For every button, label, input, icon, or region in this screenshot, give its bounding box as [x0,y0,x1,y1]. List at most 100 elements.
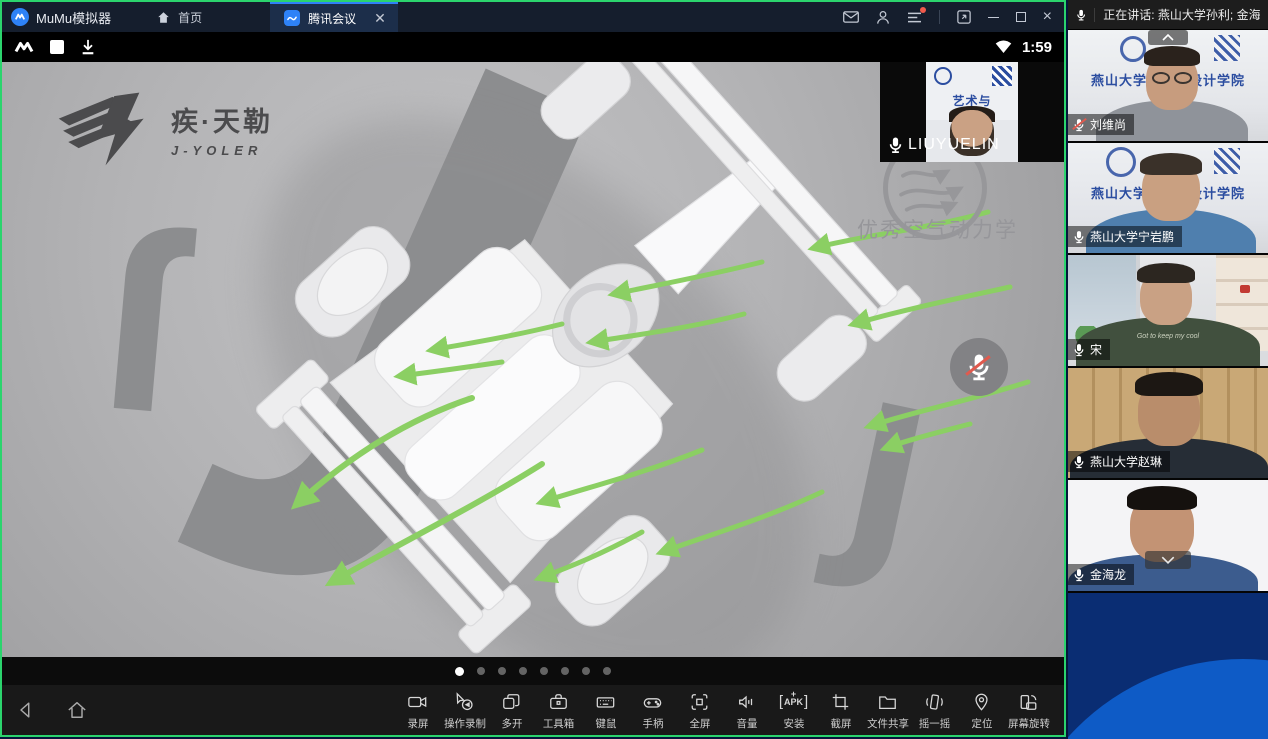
participant-name-chip: 金海龙 [1068,564,1134,585]
expand-panel-button[interactable] [1145,551,1191,569]
participant-name-chip: 燕山大学宁岩鹏 [1068,226,1182,247]
participant-name-chip: 宋 [1068,339,1110,360]
download-icon[interactable] [80,38,96,56]
android-home-icon[interactable] [66,700,88,720]
app-title: MuMu模拟器 [36,8,111,27]
toolbar-rotate-screen[interactable]: 屏幕旋转 [1007,690,1050,731]
shelf-toy [1240,285,1250,293]
back-icon[interactable] [16,700,36,720]
screenshot-icon [830,692,851,712]
mute-microphone-button[interactable] [950,338,1008,396]
rotate-screen-icon [1018,692,1039,712]
toolbar-toolbox[interactable]: 工具箱 [537,690,580,731]
participant-name-chip: 刘维尚 [1068,114,1134,135]
tab-home[interactable]: 首页 [156,9,202,26]
boss-key-icon[interactable] [957,10,971,24]
banner-pattern [1214,35,1240,61]
status-bar-right: 1:59 [994,39,1052,56]
action-record-icon [454,692,475,712]
tab-close-icon[interactable]: ✕ [374,10,386,27]
notification-dot [920,7,926,13]
gamepad-icon [642,692,663,712]
recent-apps-icon[interactable] [50,40,64,54]
collapse-panel-button[interactable] [1148,30,1188,45]
toolbar-action-record[interactable]: 操作录制 [443,690,486,731]
mail-icon[interactable] [843,11,859,23]
presenter-camera-overlay[interactable]: 艺术与 LIUYUELIN [880,62,1064,162]
toolbar-keyboard-mouse[interactable]: 键鼠 [584,690,627,731]
presenter-name: LIUYUELIN [908,136,1000,154]
account-icon[interactable] [876,10,890,25]
university-seal-icon [934,67,952,85]
university-seal-icon [1120,36,1146,62]
presentation-slide[interactable]: J J J [2,62,1064,657]
shake-icon [924,692,945,712]
wifi-icon [994,39,1013,55]
pager-dot[interactable] [540,667,548,675]
participant-name: 宋 [1090,341,1102,358]
pager-dot[interactable] [498,667,506,675]
minimize-icon[interactable] [988,17,999,18]
banner-pattern [992,66,1012,86]
tab-tencent-meeting[interactable]: 腾讯会议 ✕ [270,2,398,32]
toolbar-location[interactable]: 定位 [960,690,1003,731]
mic-icon [888,136,903,154]
participant-tile[interactable]: Got to keep my cool 宋 [1068,255,1268,368]
mic-icon [1076,8,1086,22]
divider [1094,8,1095,22]
close-icon[interactable]: × [1043,9,1052,25]
keyboard-mouse-icon [595,692,616,712]
menu-icon[interactable] [907,11,922,24]
participant-tile[interactable]: 金海龙 [1068,480,1268,593]
toolbar-fullscreen[interactable]: 全屏 [678,690,721,731]
speaking-banner[interactable]: 正在讲话: 燕山大学孙利; 金海... [1068,0,1268,30]
pager-dot-active[interactable] [455,667,464,676]
pager-dot[interactable] [582,667,590,675]
toolbar-buttons: 录屏 操作录制 多开 工具箱 键鼠 [396,690,1050,731]
multi-instance-icon [501,692,522,712]
pager-dot[interactable] [561,667,569,675]
participant-silhouette [1140,153,1202,175]
mumu-emulator-window: MuMu模拟器 首页 腾讯会议 ✕ [0,0,1066,737]
toolbar-screenshot[interactable]: 截屏 [819,690,862,731]
participant-name: 燕山大学宁岩鹏 [1090,228,1174,245]
toolbar-apk-install[interactable]: +APK 安装 [772,690,815,731]
mumu-toolbar: 录屏 操作录制 多开 工具箱 键鼠 [2,685,1064,735]
mic-icon [1073,343,1085,357]
android-status-bar: 1:59 [2,32,1064,62]
toolbar-screen-record[interactable]: 录屏 [396,690,439,731]
participant-name: 刘维尚 [1090,116,1126,133]
android-nav [16,700,88,720]
mumu-logo-icon [11,8,29,26]
toolbar-shake[interactable]: 摇一摇 [913,690,956,731]
toolbar-volume[interactable]: 音量 [725,690,768,731]
apk-install-icon: +APK [779,692,808,712]
fullscreen-icon [689,692,710,712]
toolbar-gamepad[interactable]: 手柄 [631,690,674,731]
tab-label: 腾讯会议 [308,10,356,27]
divider [939,10,940,24]
title-bar-controls: × [843,9,1052,25]
toolbar-multi-instance[interactable]: 多开 [490,690,533,731]
mumu-mark-icon [14,39,34,55]
participant-name-chip: 燕山大学赵琳 [1068,451,1170,472]
pager-dot[interactable] [603,667,611,675]
participant-name: 燕山大学赵琳 [1090,453,1162,470]
maximize-icon[interactable] [1016,12,1026,22]
wing-logo-icon [57,90,161,168]
participant-tile[interactable]: 燕山大学赵琳 [1068,368,1268,480]
pager-dot[interactable] [519,667,527,675]
location-icon [971,692,992,712]
participant-silhouette [1144,46,1200,66]
status-time: 1:59 [1022,39,1052,56]
status-bar-left [14,38,96,56]
participant-tile[interactable]: 燕山大学艺术与设计学院 燕山大学宁岩鹏 [1068,143,1268,255]
pager-dot[interactable] [477,667,485,675]
presenter-name-label: LIUYUELIN [888,136,1000,154]
home-icon [156,10,171,25]
file-share-icon [877,692,898,712]
tab-home-label: 首页 [178,9,202,26]
participant-tile[interactable]: 燕山大学艺术与设计学院 刘维尚 [1068,30,1268,143]
toolbar-file-share[interactable]: 文件共享 [866,690,909,731]
banner-pattern [1214,148,1240,174]
